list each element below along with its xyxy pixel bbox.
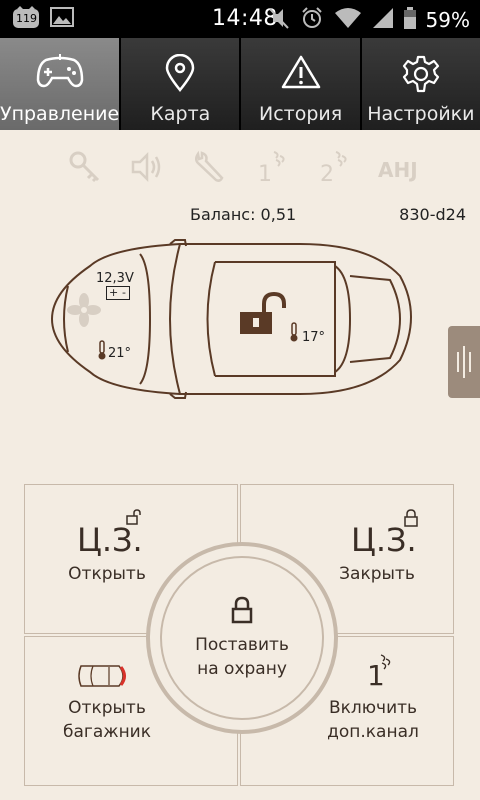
status-icon-row: 1 2 AHJ [60, 150, 420, 190]
arm-alarm-button[interactable]: Поставить на охрану [146, 542, 338, 734]
car-diagram: 12,3V + - 21° 17° [50, 236, 422, 406]
channel-1-icon: 1 [254, 150, 288, 187]
tab-map[interactable]: Карта [121, 38, 242, 130]
engine-temp: 21° [108, 346, 132, 361]
status-bar: 119 14:48 59% [0, 0, 480, 38]
gear-icon [401, 54, 441, 98]
tab-map-label: Карта [150, 103, 211, 125]
battery-plus-label: + [109, 286, 119, 299]
key-icon [68, 150, 102, 188]
engine-thermometer-icon [96, 340, 108, 364]
small-unlocked-lock-icon [125, 509, 143, 529]
tab-settings-label: Настройки [367, 103, 475, 125]
signal-icon [372, 7, 394, 33]
mute-icon [268, 6, 290, 34]
padlock-icon [230, 596, 254, 628]
battery-voltage: 12,3V [96, 271, 134, 286]
arm-label-line2: на охрану [197, 659, 287, 679]
warning-icon [281, 54, 321, 94]
wifi-icon [334, 7, 362, 33]
device-id: 830-d24 [399, 205, 466, 224]
map-pin-icon [165, 53, 195, 96]
tab-bar: Управление Карта История Настройки [0, 38, 480, 130]
notification-count: 119 [16, 12, 37, 25]
fan-icon [66, 292, 102, 332]
alarm-icon [300, 6, 324, 34]
speaker-icon [130, 150, 164, 188]
battery-icon-car: + - [106, 286, 130, 300]
car-outline-icon [50, 239, 412, 399]
tab-settings[interactable]: Настройки [362, 38, 480, 130]
cabin-thermometer-icon [288, 322, 300, 346]
notification-badge-icon: 119 [12, 6, 40, 30]
wrench-icon [192, 150, 226, 188]
battery-icon [403, 7, 416, 33]
arm-label-line1: Поставить [195, 635, 289, 655]
trunk-label-line2: багажник [63, 722, 151, 742]
tab-history[interactable]: История [241, 38, 362, 130]
tab-history-label: История [259, 103, 343, 125]
battery-percent: 59% [425, 8, 470, 32]
channel-2-icon: 2 [316, 150, 350, 187]
tab-control[interactable]: Управление [0, 38, 122, 130]
unlocked-padlock-icon[interactable] [240, 291, 288, 340]
gamepad-icon [36, 54, 84, 94]
small-locked-lock-icon [403, 509, 419, 531]
balance-text: Баланс: 0,51 [190, 205, 297, 224]
side-drawer-handle[interactable] [448, 326, 480, 398]
image-icon [50, 6, 74, 32]
tab-control-label: Управление [0, 103, 120, 125]
cabin-temp: 17° [302, 330, 326, 345]
ahj-icon: AHJ [378, 158, 418, 182]
car-trunk-icon [75, 663, 129, 693]
battery-minus-label: - [122, 286, 126, 299]
channel-label-line2: доп.канал [327, 722, 419, 742]
channel-signal-icon [379, 653, 393, 675]
